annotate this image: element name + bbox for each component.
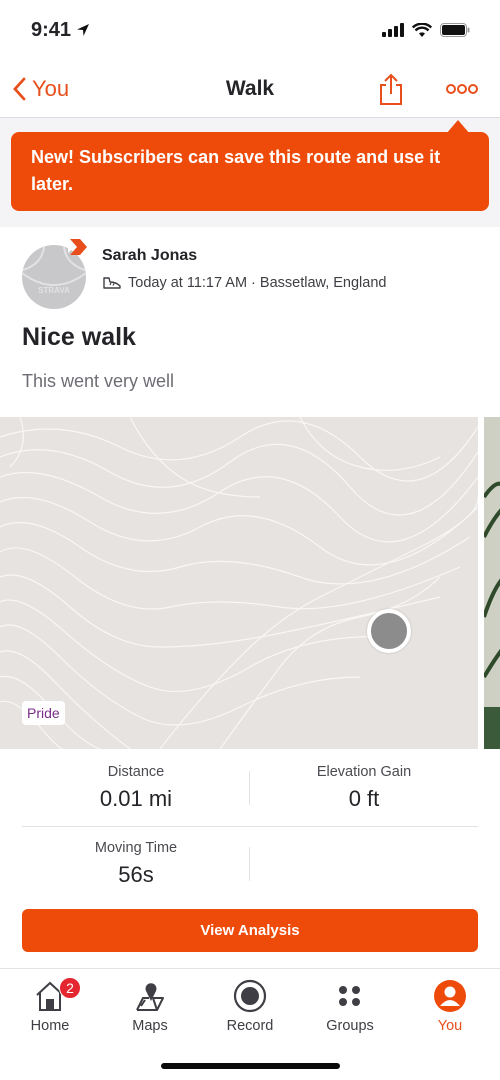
tab-label: Home	[30, 1018, 70, 1034]
wifi-icon	[412, 22, 432, 37]
battery-icon	[440, 23, 470, 37]
share-button[interactable]	[378, 72, 404, 111]
athlete-name[interactable]: Sarah Jonas	[102, 247, 197, 265]
route-marker	[367, 609, 411, 653]
stat-distance: Distance 0.01 mi	[22, 751, 250, 826]
groups-icon	[339, 986, 360, 1006]
tooltip-text[interactable]: New! Subscribers can save this route and…	[11, 132, 489, 211]
notification-badge: 2	[59, 977, 81, 999]
stat-value: 56s	[118, 862, 154, 887]
map-style-tag[interactable]: Pride	[22, 701, 65, 725]
activity-meta: Today at 11:17 AM · Bassetlaw, England	[102, 275, 386, 291]
back-label: You	[32, 75, 70, 101]
stats-row: Distance 0.01 mi Elevation Gain 0 ft	[22, 751, 478, 827]
clock: 9:41	[31, 18, 72, 41]
stat-elevation-gain: Elevation Gain 0 ft	[250, 751, 478, 826]
tooltip-pointer	[446, 120, 470, 134]
stat-label: Elevation Gain	[316, 764, 412, 780]
back-button[interactable]: You	[12, 76, 69, 102]
activity-photo-thumbnail[interactable]	[482, 417, 500, 749]
page-title: Walk	[225, 76, 275, 100]
tab-label: Groups	[326, 1018, 374, 1034]
activity-description: This went very well	[22, 371, 175, 391]
activity-stats: Distance 0.01 mi Elevation Gain 0 ft Mov…	[0, 751, 500, 903]
view-analysis-button[interactable]: View Analysis	[22, 909, 478, 952]
stat-label: Distance	[107, 764, 165, 780]
subscriber-tooltip: New! Subscribers can save this route and…	[0, 118, 500, 227]
stat-empty	[250, 827, 478, 903]
media-carousel[interactable]: Pride	[0, 417, 500, 751]
subscriber-badge-icon	[68, 239, 87, 255]
share-icon	[380, 73, 402, 105]
status-bar: 9:41	[0, 0, 500, 60]
activity-title: Nice walk	[22, 323, 136, 351]
tab-you[interactable]: You	[400, 969, 500, 1080]
activity-header: STRAVA Sarah Jonas Today at 11:17 AM · B…	[0, 227, 500, 417]
signal-icon	[382, 23, 404, 37]
tab-label: Record	[226, 1018, 274, 1034]
maps-icon	[136, 983, 164, 1011]
stat-value: 0 ft	[348, 786, 380, 811]
more-icon	[446, 84, 478, 94]
more-options-button[interactable]	[446, 82, 478, 100]
svg-text:STRAVA: STRAVA	[38, 286, 70, 295]
activity-date-location: Today at 11:17 AM · Bassetlaw, England	[128, 275, 387, 291]
tab-home[interactable]: 2 Home	[0, 969, 100, 1080]
navigation-bar: You Walk	[0, 60, 500, 118]
status-time: 9:41	[31, 19, 91, 42]
tab-label: You	[437, 1018, 463, 1034]
home-indicator[interactable]	[161, 1063, 340, 1069]
topographic-contours	[0, 417, 478, 749]
plant-photo	[482, 481, 500, 749]
tab-label: Maps	[132, 1018, 168, 1034]
chevron-left-icon	[13, 77, 26, 100]
stat-label: Moving Time	[94, 840, 178, 856]
stat-value: 0.01 mi	[99, 786, 173, 811]
route-map[interactable]: Pride	[0, 417, 478, 749]
stat-moving-time: Moving Time 56s	[22, 827, 250, 903]
walking-shoe-icon	[103, 277, 121, 289]
profile-icon	[434, 980, 466, 1012]
record-icon	[233, 979, 267, 1013]
stats-row: Moving Time 56s	[22, 827, 478, 903]
location-arrow-icon	[77, 24, 90, 36]
